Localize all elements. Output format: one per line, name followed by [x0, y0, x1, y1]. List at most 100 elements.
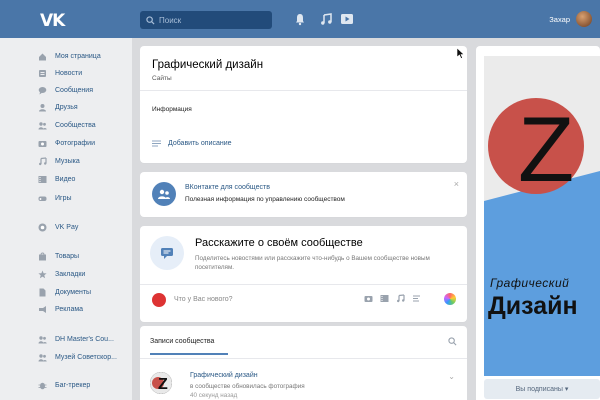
- mouse-cursor-icon: [457, 48, 465, 59]
- camera-icon[interactable]: [364, 294, 373, 303]
- close-icon[interactable]: ×: [454, 179, 459, 189]
- sidebar-item-label: Баг-трекер: [55, 381, 91, 389]
- music-icon[interactable]: [396, 294, 405, 303]
- sidebar-item-label: Фотографии: [55, 139, 96, 147]
- tell-subtitle: Поделитесь новостями или расскажите что-…: [195, 255, 430, 271]
- sidebar-item[interactable]: Новости: [38, 66, 82, 80]
- sidebar-item-label: Новости: [55, 69, 83, 77]
- group-category: Сайты: [152, 75, 172, 82]
- divider: [140, 284, 467, 285]
- user-icon: [38, 103, 47, 112]
- divider: [140, 90, 467, 91]
- post-time[interactable]: 40 секунд назад: [190, 392, 237, 399]
- poll-icon[interactable]: [412, 294, 421, 303]
- sidebar-item-label: VK Pay: [55, 223, 79, 231]
- video-icon: [38, 175, 47, 184]
- bug-icon: [38, 381, 47, 390]
- music-icon[interactable]: [319, 12, 333, 26]
- gamepad-icon: [38, 194, 47, 203]
- post-author-name[interactable]: Графический дизайн: [190, 372, 258, 379]
- sidebar-item[interactable]: Видео: [38, 172, 75, 186]
- sidebar-item[interactable]: Музыка: [38, 154, 80, 168]
- search-icon[interactable]: [448, 337, 457, 346]
- svg-text:Z: Z: [158, 376, 168, 393]
- color-picker-icon[interactable]: [444, 293, 456, 305]
- sidebar-item-label: Закладки: [55, 270, 86, 278]
- sidebar-item[interactable]: Закладки: [38, 267, 85, 281]
- chat-icon: [38, 86, 47, 95]
- sidebar-item[interactable]: DH Master's Cou...: [38, 332, 114, 346]
- sidebar-item[interactable]: Баг-трекер: [38, 378, 90, 392]
- star-icon: [38, 270, 47, 279]
- post-input[interactable]: Что у Вас нового?: [174, 296, 233, 303]
- sidebar-item[interactable]: Игры: [38, 191, 72, 205]
- tell-about-card: Расскажите о своём сообществе Поделитесь…: [140, 226, 467, 322]
- divider: [140, 358, 467, 359]
- tell-title: Расскажите о своём сообществе: [195, 237, 363, 249]
- document-icon: [38, 288, 47, 297]
- users-icon: [38, 353, 47, 362]
- user-avatar[interactable]: [576, 11, 592, 27]
- community-cover[interactable]: Z Графический Дизайн: [484, 56, 600, 376]
- announcement-icon: [150, 236, 184, 270]
- users-icon: [38, 335, 47, 344]
- add-description-label: Добавить описание: [168, 140, 232, 147]
- sidebar-item-label: Моя страница: [55, 52, 101, 60]
- home-icon: [38, 52, 47, 61]
- post-author-avatar[interactable]: Z: [150, 372, 172, 394]
- sidebar-item-label: DH Master's Cou...: [55, 335, 114, 343]
- sidebar-item[interactable]: Моя страница: [38, 49, 101, 63]
- business-subtitle: Полезная информация по управлению сообще…: [185, 196, 345, 203]
- sidebar-item[interactable]: Товары: [38, 249, 79, 263]
- sidebar-item[interactable]: Реклама: [38, 302, 83, 316]
- cover-card: Z Графический Дизайн Вы подписаны ▾: [476, 46, 600, 400]
- wall-card: Записи сообщества Z Графический дизайн в…: [140, 326, 467, 400]
- lines-icon: [152, 140, 161, 147]
- business-title-link[interactable]: ВКонтакте для сообществ: [185, 184, 270, 191]
- sidebar-item-label: Игры: [55, 194, 72, 202]
- add-description-link[interactable]: Добавить описание: [152, 139, 232, 148]
- play-icon[interactable]: [340, 12, 354, 26]
- sidebar-item[interactable]: Документы: [38, 285, 91, 299]
- top-bar: VK Поиск Захар: [0, 0, 600, 38]
- cover-title-line1: Графический: [490, 276, 570, 290]
- author-avatar: [152, 293, 166, 307]
- sidebar-item-label: Друзья: [55, 103, 78, 111]
- goods-icon: [38, 252, 47, 261]
- page-title: Графический дизайн: [152, 59, 264, 71]
- pay-icon: [38, 223, 47, 232]
- subscribed-button[interactable]: Вы подписаны ▾: [484, 379, 600, 399]
- user-name[interactable]: Захар: [549, 15, 570, 24]
- chevron-down-icon[interactable]: ⌄: [448, 372, 455, 381]
- news-icon: [38, 69, 47, 78]
- active-tab-indicator: [150, 353, 228, 355]
- sidebar-item-label: Музей Советскор...: [55, 353, 117, 361]
- sidebar-item-label: Документы: [55, 288, 92, 296]
- ads-icon: [38, 305, 47, 314]
- sidebar-item-label: Реклама: [55, 305, 84, 313]
- bell-icon[interactable]: [293, 12, 307, 26]
- sidebar-item[interactable]: Друзья: [38, 100, 78, 114]
- post-toolbar: [364, 294, 421, 303]
- users-icon: [38, 121, 47, 130]
- business-card: ВКонтакте для сообществ Полезная информа…: [140, 172, 467, 217]
- sidebar-item-label: Сообщения: [55, 86, 93, 94]
- cover-artwork: Z: [484, 56, 600, 376]
- search-icon: [146, 15, 155, 25]
- sidebar-item[interactable]: Фотографии: [38, 136, 95, 150]
- sidebar-item[interactable]: Сообщества: [38, 118, 96, 132]
- search-input[interactable]: Поиск: [140, 11, 272, 29]
- sidebar-item[interactable]: Сообщения: [38, 83, 93, 97]
- sidebar-item[interactable]: VK Pay: [38, 220, 78, 234]
- tab-community-posts[interactable]: Записи сообщества: [150, 338, 214, 345]
- sidebar-item-label: Музыка: [55, 157, 80, 165]
- video-icon[interactable]: [380, 294, 389, 303]
- info-label: Информация: [152, 106, 192, 113]
- sidebar-item-label: Видео: [55, 175, 76, 183]
- vk-logo[interactable]: VK: [40, 11, 65, 31]
- sidebar-item-label: Сообщества: [55, 121, 96, 129]
- sidebar-item[interactable]: Музей Советскор...: [38, 350, 117, 364]
- sidebar-item-label: Товары: [55, 252, 80, 260]
- search-placeholder: Поиск: [159, 15, 182, 25]
- music-icon: [38, 156, 47, 166]
